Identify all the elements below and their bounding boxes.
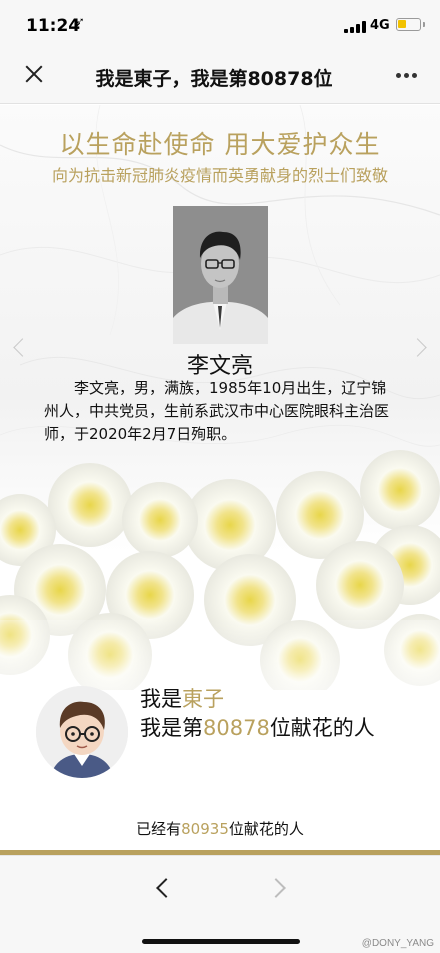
donor-rank: 80878 (203, 716, 270, 740)
close-icon[interactable] (22, 62, 46, 86)
page-title: 我是東子，我是第80878位 (95, 68, 333, 90)
battery-icon (396, 18, 425, 31)
status-time: 11:24 (26, 16, 81, 36)
nav-bar: 我是東子，我是第80878位 (0, 48, 440, 104)
status-bar: 11:24 ➶ 4G (0, 0, 440, 48)
avatar (36, 686, 128, 778)
forward-arrow-icon[interactable] (266, 876, 290, 900)
donor-name: 東子 (182, 687, 224, 711)
browser-toolbar: @DONY_YANG (0, 855, 440, 953)
location-icon: ➶ (74, 15, 85, 30)
message-suffix: 位献花的人 (269, 716, 375, 740)
home-indicator[interactable] (142, 939, 300, 944)
message-prefix-1: 我是 (140, 687, 182, 711)
martyr-name: 李文亮 (186, 354, 253, 379)
portrait-photo (173, 206, 268, 344)
more-dots-icon[interactable] (396, 73, 418, 79)
donor-name-line: 我是東子 (140, 685, 400, 714)
memorial-page: 以生命赴使命 用大爱护众生 向为抗击新冠肺炎疫情而英勇献身的烈士们致敬 李文亮 … (0, 105, 440, 850)
subheadline: 向为抗击新冠肺炎疫情而英勇献身的烈士们致敬 (51, 166, 388, 185)
donor-rank-line: 我是第80878位献花的人 (140, 714, 400, 743)
network-label: 4G (370, 18, 390, 33)
count-total: 80935 (181, 820, 229, 838)
donor-message: 我是東子 我是第80878位献花的人 (140, 685, 400, 743)
signal-icon (344, 21, 366, 33)
watermark: @DONY_YANG (361, 938, 434, 949)
back-arrow-icon[interactable] (150, 876, 174, 900)
message-prefix-2: 我是第 (140, 716, 203, 740)
martyr-bio: 李文亮，男，满族，1985年10月出生，辽宁锦州人，中共党员，生前系武汉市中心医… (44, 379, 390, 443)
count-prefix: 已经有 (136, 820, 182, 838)
headline: 以生命赴使命 用大爱护众生 (59, 130, 381, 159)
chrysanthemum-flowers (0, 450, 440, 690)
count-suffix: 位献花的人 (228, 820, 304, 838)
total-count: 已经有80935位献花的人 (0, 818, 440, 839)
